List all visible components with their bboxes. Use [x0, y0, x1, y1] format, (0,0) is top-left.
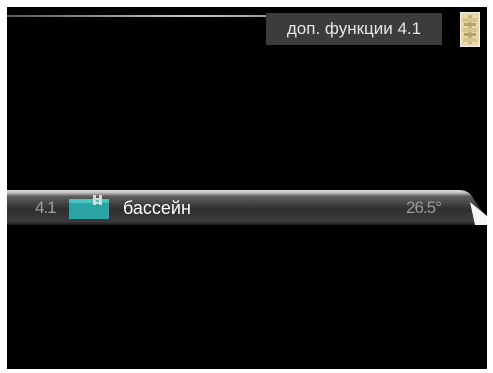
- display-screen: доп. функции 4.1 4.1 бассейн 26.5°: [7, 7, 487, 369]
- pool-temperature-value: 26.5°: [406, 198, 442, 217]
- header-divider: [7, 15, 269, 17]
- pump-settings-icon: [460, 12, 480, 47]
- page-title: доп. функции 4.1: [266, 13, 442, 45]
- pool-icon: [69, 195, 109, 219]
- menu-item-pool[interactable]: 4.1 бассейн 26.5°: [7, 190, 487, 225]
- menu-item-label: бассейн: [123, 198, 191, 218]
- menu-item-number: 4.1: [35, 198, 57, 217]
